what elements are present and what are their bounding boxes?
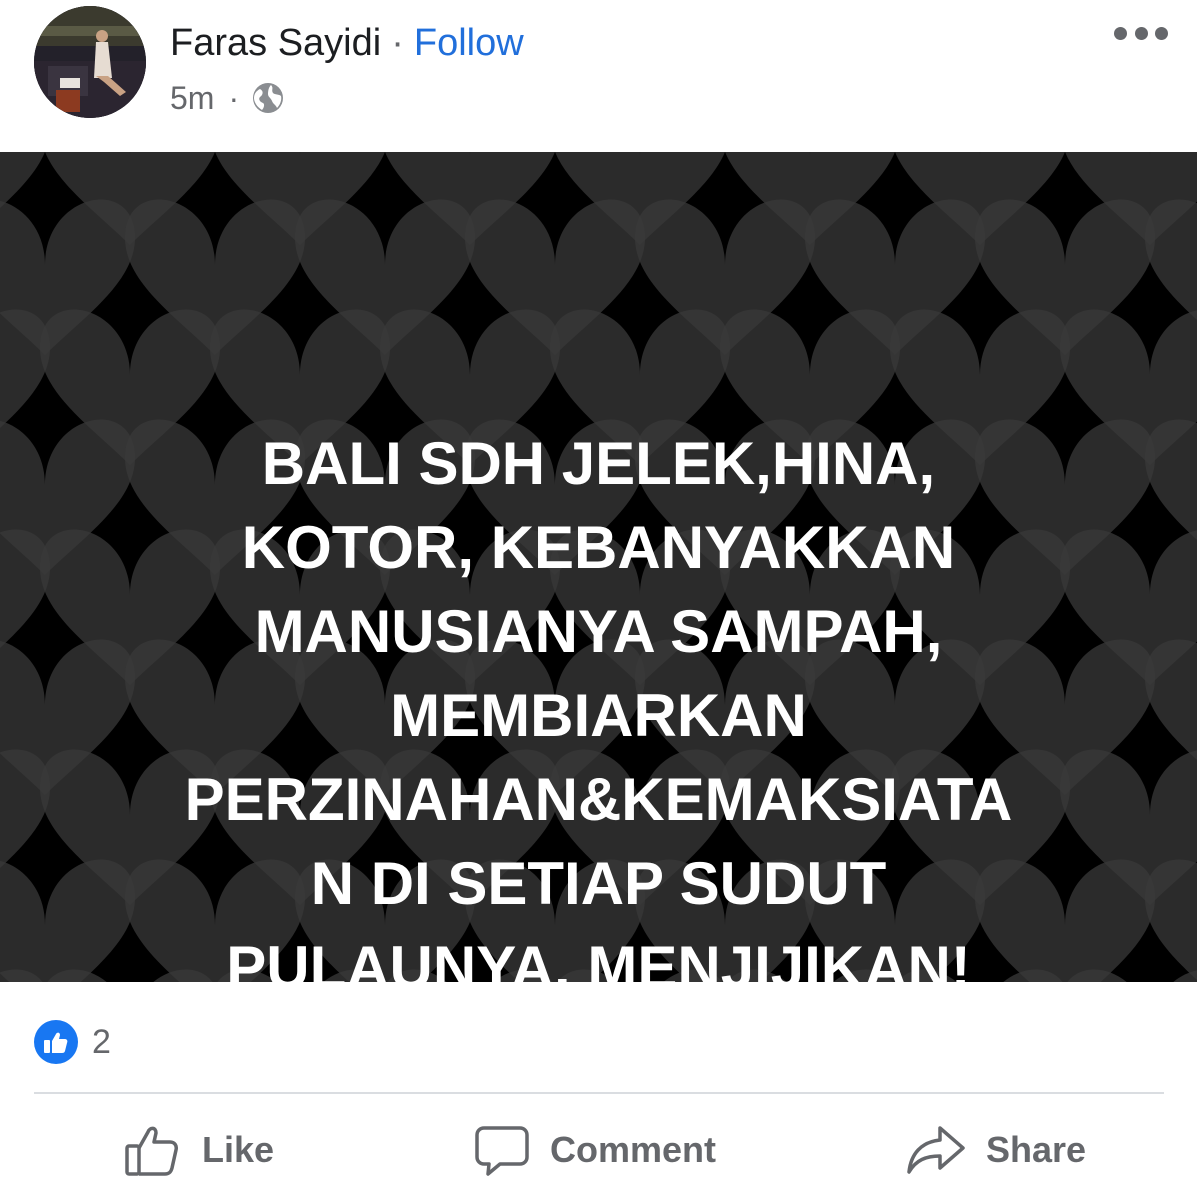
image-text-line: BALI SDH JELEK,HINA, (261, 430, 936, 497)
comment-label: Comment (550, 1129, 717, 1170)
action-bar: Like Comment Share (0, 1110, 1197, 1190)
meta-separator: · (228, 80, 240, 116)
like-reaction-icon (34, 1020, 78, 1064)
image-text-line: N DI SETIAP SUDUT (310, 850, 887, 917)
comment-button[interactable]: Comment (474, 1110, 716, 1190)
image-text-line: KOTOR, KEBANYAKKAN (241, 514, 956, 581)
post-timestamp[interactable]: 5m (170, 78, 214, 118)
author-line: Faras Sayidi · Follow (170, 20, 524, 66)
like-label: Like (202, 1129, 275, 1170)
more-dot (1134, 26, 1148, 40)
reactions-summary[interactable]: 2 (34, 1020, 111, 1064)
globe-icon[interactable] (251, 81, 285, 115)
more-dot (1114, 26, 1127, 40)
post-image-text: BALI SDH JELEK,HINA, KOTOR, KEBANYAKKAN MA… (0, 422, 1197, 982)
share-icon (906, 1122, 966, 1178)
divider (34, 1092, 1164, 1094)
post-header: Faras Sayidi · Follow 5m · (0, 0, 1197, 150)
share-label: Share (986, 1129, 1087, 1170)
more-dot (1155, 26, 1168, 40)
image-text-line: MEMBIARKAN (390, 682, 807, 749)
more-options-icon[interactable] (1114, 22, 1168, 44)
reaction-count: 2 (92, 1022, 111, 1061)
image-text-line: PERZINAHAN&KEMAKSIATA (184, 766, 1013, 833)
comment-icon (474, 1122, 530, 1178)
image-text-line: MANUSIANYA SAMPAH, (254, 598, 943, 665)
name-separator: · (391, 22, 404, 64)
image-text-line: PULAUNYA. MENJIJIKAN! (226, 934, 971, 982)
author-name[interactable]: Faras Sayidi (170, 22, 381, 64)
like-icon (124, 1122, 182, 1178)
post-meta: 5m · (170, 78, 285, 118)
share-button[interactable]: Share (906, 1110, 1086, 1190)
follow-button[interactable]: Follow (414, 22, 524, 64)
post-image[interactable]: BALI SDH JELEK,HINA, KOTOR, KEBANYAKKAN MA… (0, 152, 1197, 982)
avatar[interactable] (34, 6, 146, 118)
like-button[interactable]: Like (124, 1110, 274, 1190)
